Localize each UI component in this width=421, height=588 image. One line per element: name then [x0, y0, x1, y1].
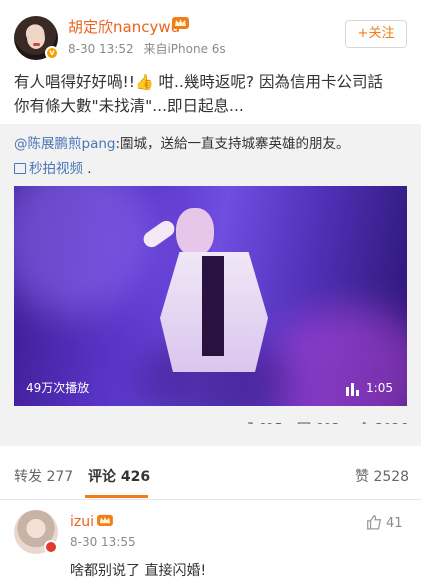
avatar-lips	[33, 43, 40, 46]
separator	[0, 424, 421, 446]
post-text-part1: 有人唱得好好喎!!	[14, 73, 135, 91]
repost-mention[interactable]: @陈展鹏煎pang	[14, 136, 115, 152]
comment-time: 8-30 13:55	[70, 535, 136, 549]
duration-text: 1:05	[366, 381, 393, 395]
video-link-suffix: .	[83, 161, 92, 177]
post-time: 8-30 13:52	[68, 42, 134, 56]
tab-likes-count: 2528	[373, 469, 410, 485]
audio-bars-icon	[346, 382, 361, 396]
post-text-part2: 咁..幾時返呢? 因為信用卡公司話	[153, 73, 384, 91]
tab-reposts[interactable]: 转发 277	[14, 466, 73, 486]
comment-text: 啥都别说了 直接闪婚!	[70, 563, 207, 579]
tab-comments-label: 评论	[88, 469, 116, 485]
tab-comments[interactable]: 评论 426	[88, 466, 150, 486]
commenter-badge-icon	[44, 540, 58, 554]
repost-body: :圍城，送給一直支持城寨英雄的朋友。	[115, 136, 350, 152]
stage-light	[14, 186, 154, 316]
tab-comments-count: 426	[120, 469, 151, 485]
video-duration: 1:05	[346, 381, 393, 396]
repost-box[interactable]: @陈展鹏煎pang:圍城，送給一直支持城寨英雄的朋友。 秒拍视频 . 49万次播…	[0, 124, 421, 437]
comment-like-count: 41	[386, 516, 403, 531]
video-link[interactable]: 秒拍视频 .	[14, 157, 92, 177]
thumbs-up-icon: 👍	[134, 73, 154, 91]
tab-likes[interactable]: 赞 2528	[355, 466, 409, 486]
interaction-tabs: 转发 277 评论 426 赞 2528	[0, 446, 421, 500]
video-icon	[14, 163, 26, 174]
repost-text: @陈展鹏煎pang:圍城，送給一直支持城寨英雄的朋友。	[14, 134, 409, 154]
follow-button[interactable]: +关注	[345, 20, 407, 48]
post-header: v 胡定欣nancywu 8-30 13:52 来自iPhone 6s +关注	[0, 0, 421, 66]
author-name[interactable]: 胡定欣nancywu	[68, 16, 180, 37]
video-link-label: 秒拍视频	[29, 161, 83, 177]
vip-crown-icon	[97, 514, 113, 526]
post-text: 有人唱得好好喎!!👍 咁..幾時返呢? 因為信用卡公司話 你有條大數"未找清".…	[14, 70, 409, 118]
play-count: 49万次播放	[26, 381, 90, 395]
performer-shirt	[202, 256, 224, 356]
post-source: 来自iPhone 6s	[143, 42, 226, 56]
post-text-line2: 你有條大數"未找清"...即日起息...	[14, 97, 244, 115]
thumbs-up-outline-icon	[367, 515, 382, 530]
video-player[interactable]: 49万次播放 1:05	[14, 186, 407, 406]
performer-head	[176, 208, 214, 256]
tab-reposts-count: 277	[46, 469, 74, 485]
tab-reposts-label: 转发	[14, 469, 42, 485]
post-meta: 8-30 13:52 来自iPhone 6s	[68, 40, 226, 57]
comment-like-button[interactable]: 41	[366, 514, 403, 531]
active-tab-indicator	[85, 495, 148, 498]
commenter-name[interactable]: izui	[70, 514, 94, 530]
verified-badge-icon: v	[45, 46, 59, 60]
tab-likes-label: 赞	[355, 469, 369, 485]
vip-crown-icon	[172, 17, 189, 29]
